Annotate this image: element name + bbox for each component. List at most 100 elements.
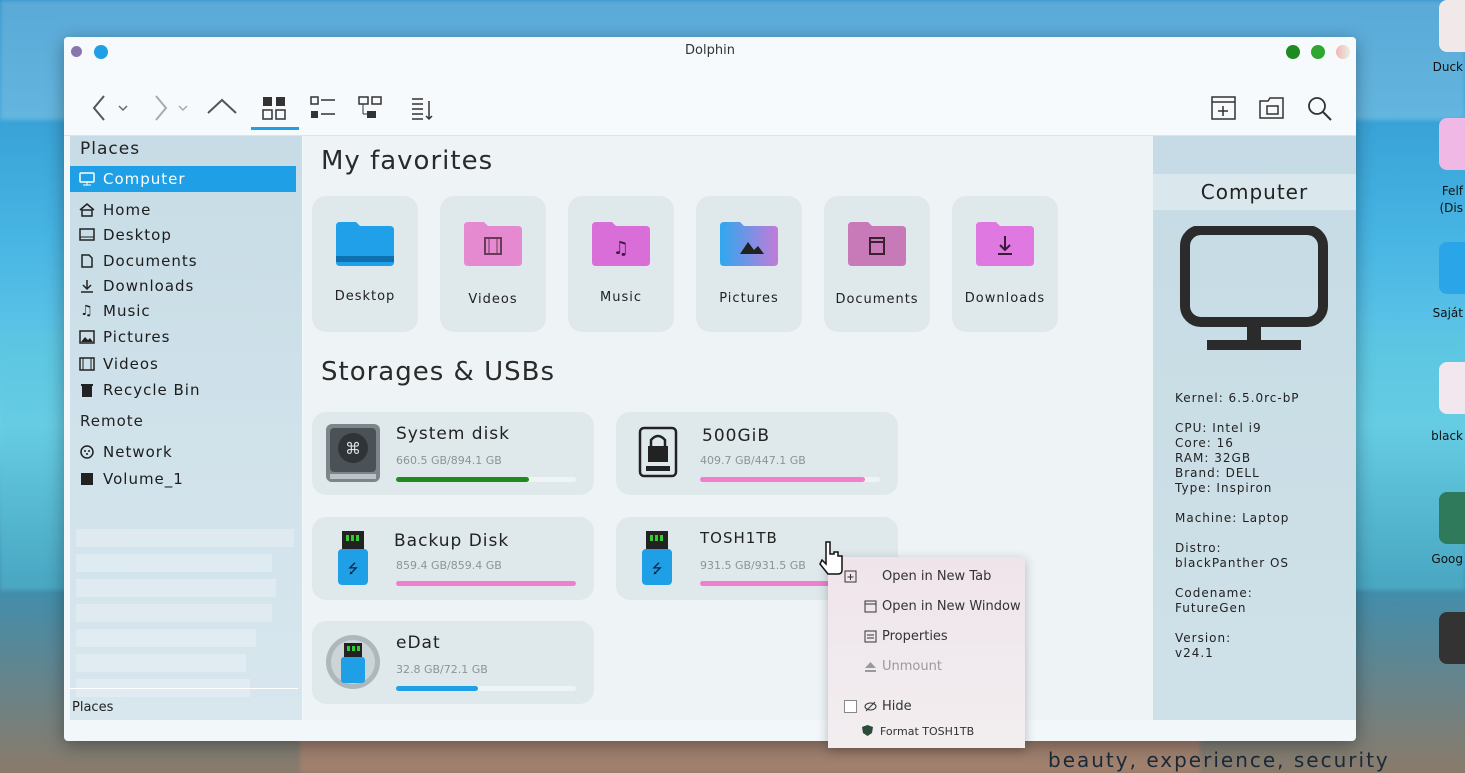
desktop-app-icon[interactable] <box>1439 118 1465 170</box>
sidebar-item-recycle-bin[interactable]: Recycle Bin <box>70 377 296 403</box>
sidebar-item-label: Volume_1 <box>103 470 184 488</box>
wallpaper-tagline: beauty, experience, security <box>1048 748 1390 772</box>
desktop-label[interactable]: black <box>1431 429 1463 443</box>
drive-name: TOSH1TB <box>700 529 778 547</box>
info-line: FutureGen <box>1175 601 1247 615</box>
sidebar-item-network[interactable]: Network <box>70 439 296 465</box>
menu-format[interactable]: Format TOSH1TB <box>880 725 974 738</box>
chevron-down-icon <box>178 105 188 112</box>
drive-name: System disk <box>396 424 511 444</box>
info-line: Core: 16 <box>1175 436 1234 450</box>
favorite-videos[interactable]: Videos <box>440 196 546 332</box>
forward-dropdown[interactable] <box>176 93 192 123</box>
menu-open-new-window[interactable]: Open in New Window <box>882 599 1021 614</box>
icons-view-button[interactable] <box>251 93 299 130</box>
back-button[interactable] <box>84 93 120 123</box>
minimize-button[interactable] <box>1286 45 1300 59</box>
favorite-desktop[interactable]: Desktop <box>312 196 418 332</box>
sidebar-item-computer[interactable]: Computer <box>70 166 296 192</box>
details-view-button[interactable] <box>305 93 341 123</box>
drive-size: 859.4 GB/859.4 GB <box>396 559 502 572</box>
places-footer: Places <box>70 688 302 720</box>
drive-edat[interactable]: eDat 32.8 GB/72.1 GB <box>312 621 594 704</box>
search-button[interactable] <box>1302 93 1338 123</box>
favorite-label: Music <box>600 290 642 305</box>
favorite-label: Pictures <box>719 291 779 306</box>
desktop-app-icon[interactable] <box>1439 242 1465 294</box>
drive-500gib[interactable]: 500GiB 409.7 GB/447.1 GB <box>616 412 898 495</box>
sidebar-item-label: Downloads <box>103 277 195 295</box>
drive-usage-fill <box>700 477 865 482</box>
favorite-pictures[interactable]: Pictures <box>696 196 802 332</box>
sidebar-item-music[interactable]: ♫ Music <box>70 298 296 324</box>
drive-usage-fill <box>396 477 530 482</box>
favorite-music[interactable]: ♫ Music <box>568 196 674 332</box>
desktop-app-icon[interactable] <box>1439 492 1465 544</box>
desktop-label[interactable]: Duck <box>1433 60 1463 74</box>
back-dropdown[interactable] <box>116 93 132 123</box>
favorite-documents[interactable]: Documents <box>824 196 930 332</box>
menu-open-new-tab[interactable]: Open in New Tab <box>882 569 991 584</box>
favorite-label: Downloads <box>964 291 1046 306</box>
pictures-folder-icon <box>720 222 778 266</box>
drive-usage-bar <box>396 581 576 586</box>
desktop-label[interactable]: Saját <box>1433 306 1463 320</box>
titlebar[interactable]: Dolphin <box>64 37 1356 65</box>
desktop-app-icon[interactable] <box>1439 0 1465 52</box>
sidebar-placeholder <box>76 554 272 572</box>
maximize-button[interactable] <box>1311 45 1325 59</box>
sidebar-placeholder <box>76 529 294 547</box>
drive-name: 500GiB <box>702 426 771 446</box>
up-button[interactable] <box>204 93 240 123</box>
favorite-label: Documents <box>835 292 919 307</box>
tree-view-button[interactable] <box>353 93 389 123</box>
remote-heading: Remote <box>80 412 144 430</box>
sidebar-item-downloads[interactable]: Downloads <box>70 273 296 299</box>
sidebar-item-label: Home <box>103 201 152 219</box>
places-heading: Places <box>80 139 141 159</box>
drive-system-disk[interactable]: ⌘ System disk 660.5 GB/894.1 GB <box>312 412 594 495</box>
menu-hide[interactable]: Hide <box>882 699 912 714</box>
menu-properties[interactable]: Properties <box>882 629 948 644</box>
toolbar <box>64 65 1356 136</box>
menu-unmount[interactable]: Unmount <box>882 659 942 674</box>
desktop-app-icon[interactable] <box>1439 612 1465 664</box>
info-line: CPU: Intel i9 <box>1175 421 1262 435</box>
search-icon <box>1308 97 1332 121</box>
sidebar-item-volume[interactable]: Volume_1 <box>70 466 296 492</box>
encrypted-disk-icon <box>638 426 678 478</box>
desktop-app-icon[interactable] <box>1439 362 1465 414</box>
videos-folder-icon <box>464 222 522 266</box>
main-view[interactable]: My favorites Desktop Videos ♫ Music Pict… <box>303 136 1153 720</box>
document-icon <box>78 253 96 269</box>
drive-size: 409.7 GB/447.1 GB <box>700 454 806 467</box>
sidebar-placeholder <box>76 604 272 622</box>
info-line: Version: <box>1175 631 1232 645</box>
sidebar-item-videos[interactable]: Videos <box>70 351 296 377</box>
music-folder-icon: ♫ <box>592 222 650 266</box>
desktop-label[interactable]: (Dis <box>1439 201 1463 215</box>
monitor-icon <box>1180 226 1328 350</box>
sidebar-item-pictures[interactable]: Pictures <box>70 324 296 350</box>
eject-icon <box>865 662 876 672</box>
sort-button[interactable] <box>405 93 441 123</box>
forward-button[interactable] <box>144 93 180 123</box>
places-panel: Places Computer Home Desktop Documents D… <box>70 136 308 720</box>
hide-checkbox[interactable] <box>844 700 857 713</box>
svg-text:⌘: ⌘ <box>345 439 361 458</box>
music-icon: ♫ <box>80 303 94 319</box>
folder-properties-button[interactable] <box>1254 93 1290 123</box>
sidebar-item-documents[interactable]: Documents <box>70 248 296 274</box>
desktop-label[interactable]: Felf <box>1442 184 1463 198</box>
desktop-label[interactable]: Goog <box>1431 552 1463 566</box>
sidebar-item-desktop[interactable]: Desktop <box>70 222 296 248</box>
drive-usage-bar <box>396 686 576 691</box>
new-tab-button[interactable] <box>1206 93 1242 123</box>
sidebar-item-home[interactable]: Home <box>70 197 296 223</box>
drive-backup-disk[interactable]: ⭍ Backup Disk 859.4 GB/859.4 GB <box>312 517 594 600</box>
usb-drive-icon: ⭍ <box>642 531 672 585</box>
favorite-downloads[interactable]: Downloads <box>952 196 1058 332</box>
info-line: Type: Inspiron <box>1175 481 1273 495</box>
folder-properties-icon <box>1259 97 1284 119</box>
close-button[interactable] <box>1336 45 1350 59</box>
